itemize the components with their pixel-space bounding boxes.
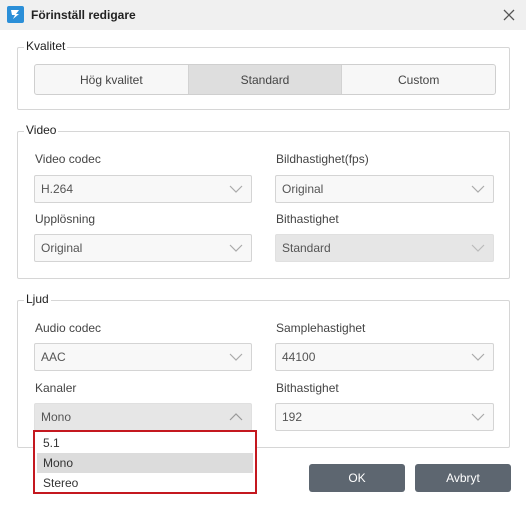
video-bitrate-value: Standard	[282, 241, 331, 255]
chevron-up-icon	[229, 413, 243, 421]
resolution-label: Upplösning	[35, 212, 96, 226]
quality-option-high[interactable]: Hög kvalitet	[35, 65, 189, 94]
audio-legend: Ljud	[24, 292, 51, 306]
video-codec-select[interactable]: H.264	[34, 175, 252, 203]
quality-legend: Kvalitet	[24, 39, 68, 53]
resolution-value: Original	[41, 241, 83, 255]
chevron-down-icon	[229, 244, 243, 252]
samplerate-select[interactable]: 44100	[275, 343, 494, 371]
samplerate-label: Samplehastighet	[276, 321, 366, 335]
audio-codec-select[interactable]: AAC	[34, 343, 252, 371]
fps-label: Bildhastighet(fps)	[276, 152, 369, 166]
chevron-down-icon	[471, 244, 485, 252]
title-bar: Förinställ redigare	[0, 0, 526, 30]
ok-button[interactable]: OK	[309, 464, 405, 492]
quality-option-custom[interactable]: Custom	[342, 65, 495, 94]
window-title: Förinställ redigare	[31, 8, 136, 22]
channels-value: Mono	[41, 410, 72, 424]
fps-select[interactable]: Original	[275, 175, 494, 203]
channels-option-mono[interactable]: Mono	[37, 453, 253, 473]
channels-select[interactable]: Mono	[34, 403, 252, 431]
chevron-down-icon	[471, 353, 485, 361]
audio-bitrate-label: Bithastighet	[276, 381, 339, 395]
video-codec-value: H.264	[41, 182, 74, 196]
chevron-down-icon	[229, 185, 243, 193]
channels-option-stereo[interactable]: Stereo	[37, 473, 253, 493]
channels-option-5-1[interactable]: 5.1	[37, 433, 253, 453]
video-bitrate-select[interactable]: Standard	[275, 234, 494, 262]
fps-value: Original	[282, 182, 324, 196]
channels-label: Kanaler	[35, 381, 77, 395]
cancel-button[interactable]: Avbryt	[415, 464, 511, 492]
video-legend: Video	[24, 123, 59, 137]
resolution-select[interactable]: Original	[34, 234, 252, 262]
chevron-down-icon	[229, 353, 243, 361]
audio-codec-label: Audio codec	[35, 321, 102, 335]
close-icon[interactable]	[498, 4, 520, 26]
audio-bitrate-value: 192	[282, 410, 303, 424]
channels-dropdown-list: 5.1 Mono Stereo	[33, 430, 257, 494]
app-logo-icon	[7, 6, 24, 23]
quality-option-standard[interactable]: Standard	[188, 65, 343, 94]
chevron-down-icon	[471, 413, 485, 421]
samplerate-value: 44100	[282, 350, 316, 364]
quality-group: Kvalitet Hög kvalitet Standard Custom	[17, 39, 510, 110]
chevron-down-icon	[471, 185, 485, 193]
audio-bitrate-select[interactable]: 192	[275, 403, 494, 431]
audio-codec-value: AAC	[41, 350, 66, 364]
video-codec-label: Video codec	[35, 152, 101, 166]
quality-segmented-control: Hög kvalitet Standard Custom	[34, 64, 496, 95]
video-bitrate-label: Bithastighet	[276, 212, 339, 226]
